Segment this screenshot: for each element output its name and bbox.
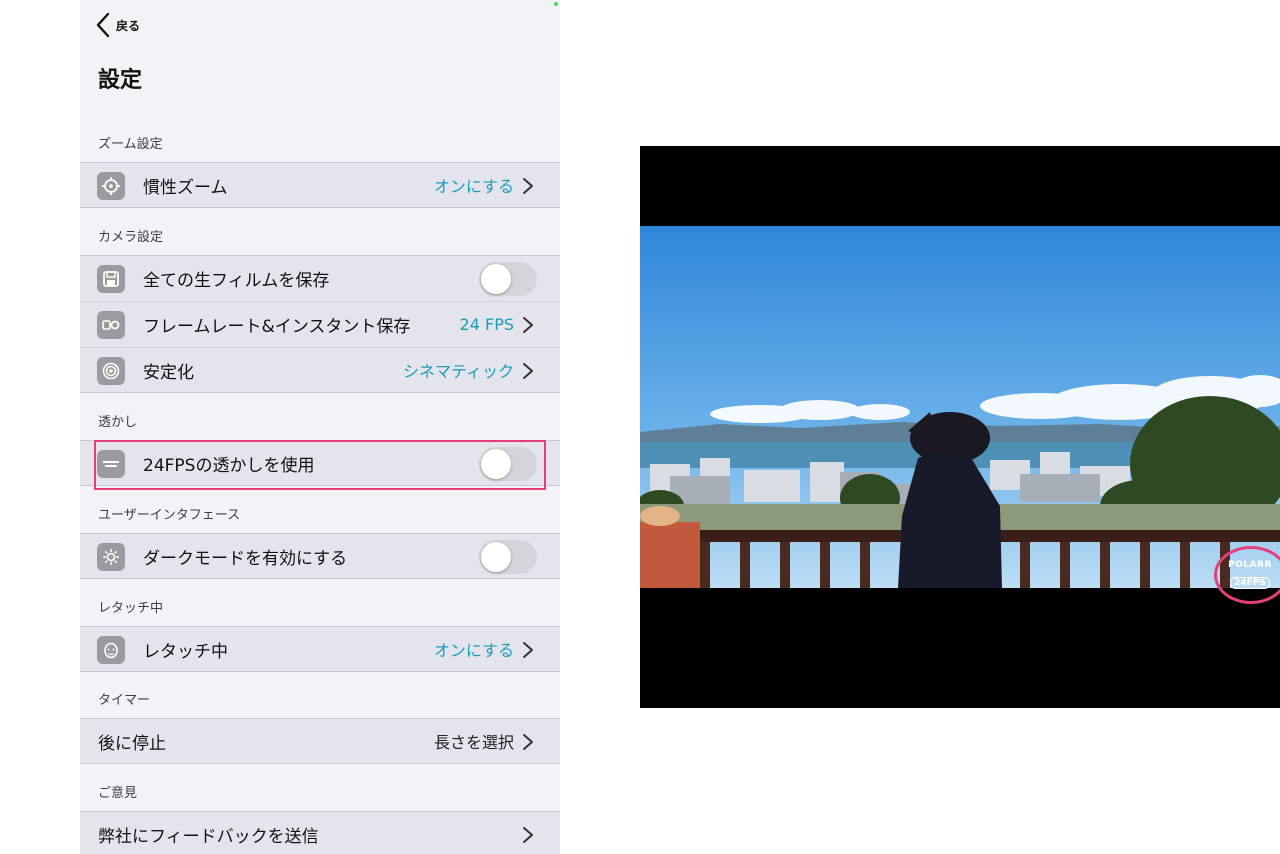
framerate-value: 24 FPS <box>459 315 514 334</box>
section-header-timer: タイマー <box>98 693 151 708</box>
dark-mode-toggle[interactable] <box>479 540 537 574</box>
inertia-zoom-value: オンにする <box>433 177 514 196</box>
row-stabilization[interactable]: 安定化 シネマティック <box>80 347 560 393</box>
save-icon <box>97 265 125 293</box>
watermark-preview-image: POLARR 24FPS <box>640 146 1280 708</box>
stabilization-value: シネマティック <box>402 362 514 381</box>
framerate-label: フレームレート&インスタント保存 <box>143 317 411 337</box>
use-watermark-label: 24FPSの透かしを使用 <box>143 455 315 476</box>
chevron-right-icon <box>523 827 533 843</box>
save-raw-film-label: 全ての生フィルムを保存 <box>143 271 330 291</box>
section-header-feedback: ご意見 <box>98 786 138 801</box>
stabilization-label: 安定化 <box>143 362 194 383</box>
chevron-right-icon <box>523 317 533 333</box>
watermark-highlight-circle <box>1214 546 1280 604</box>
face-icon <box>97 636 125 664</box>
row-inertia-zoom[interactable]: 慣性ズーム オンにする <box>80 162 560 208</box>
chevron-right-icon <box>523 734 533 750</box>
use-watermark-toggle[interactable] <box>479 447 537 481</box>
toggle-knob <box>481 264 511 294</box>
crosshair-icon <box>97 172 125 200</box>
page-title: 設定 <box>98 68 143 93</box>
section-header-watermark: 透かし <box>98 415 138 430</box>
back-label: 戻る <box>116 18 141 33</box>
framerate-icon <box>97 311 125 339</box>
settings-panel: 戻る 設定 ズーム設定 慣性ズーム オンにする カメラ設定 全ての生フィルムを保… <box>80 0 560 854</box>
toggle-knob <box>481 542 511 572</box>
chevron-right-icon <box>523 363 533 379</box>
row-send-feedback[interactable]: 弊社にフィードバックを送信 <box>80 811 560 854</box>
row-framerate[interactable]: フレームレート&インスタント保存 24 FPS <box>80 301 560 347</box>
row-use-watermark: 24FPSの透かしを使用 <box>80 440 560 486</box>
watermark-icon <box>97 450 125 478</box>
save-raw-film-toggle[interactable] <box>479 262 537 296</box>
photo-scene <box>640 226 1280 588</box>
section-header-zoom: ズーム設定 <box>98 137 163 152</box>
chevron-right-icon <box>523 642 533 658</box>
sun-icon <box>97 543 125 571</box>
back-button[interactable]: 戻る <box>94 10 140 40</box>
stabilization-icon <box>97 357 125 385</box>
retouch-value: オンにする <box>433 641 514 660</box>
send-feedback-label: 弊社にフィードバックを送信 <box>98 827 319 847</box>
stop-after-value: 長さを選択 <box>433 733 514 752</box>
inertia-zoom-label: 慣性ズーム <box>143 177 228 198</box>
row-dark-mode: ダークモードを有効にする <box>80 533 560 579</box>
section-header-retouch: レタッチ中 <box>98 601 164 616</box>
dark-mode-label: ダークモードを有効にする <box>143 548 348 569</box>
row-save-raw-film: 全ての生フィルムを保存 <box>80 255 560 301</box>
toggle-knob <box>481 449 511 479</box>
row-retouch[interactable]: レタッチ中 オンにする <box>80 626 560 672</box>
row-stop-after[interactable]: 後に停止 長さを選択 <box>80 718 560 764</box>
chevron-left-icon <box>96 12 110 38</box>
chevron-right-icon <box>523 178 533 194</box>
retouch-label: レタッチ中 <box>143 641 228 662</box>
stop-after-label: 後に停止 <box>98 733 166 754</box>
status-indicator <box>554 2 558 6</box>
section-header-ui: ユーザーインタフェース <box>98 508 241 523</box>
section-header-camera: カメラ設定 <box>98 230 164 245</box>
